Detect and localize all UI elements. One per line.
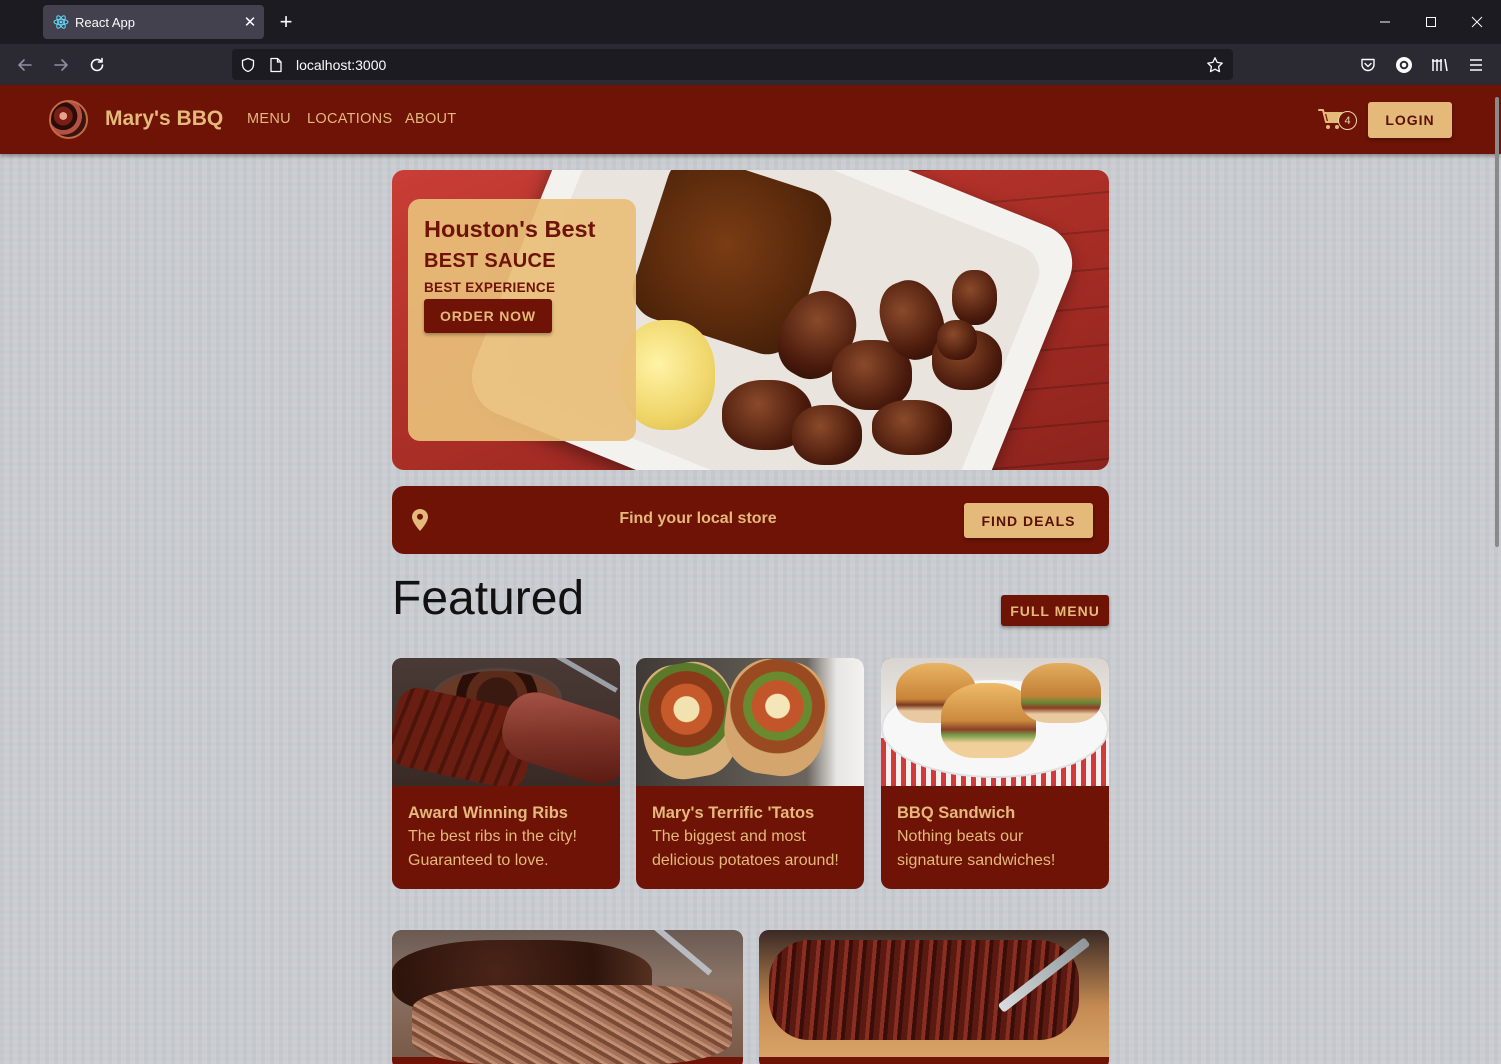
hamburger-icon[interactable]	[1463, 52, 1489, 78]
browser-tab[interactable]: React App ✕	[43, 5, 264, 39]
page-icon	[262, 51, 290, 79]
featured-card[interactable]	[392, 930, 743, 1064]
site-logo[interactable]	[49, 100, 88, 139]
pocket-icon[interactable]	[1355, 52, 1381, 78]
hero-banner: Houston's Best BEST SAUCE BEST EXPERIENC…	[392, 170, 1109, 470]
card-title: BBQ Sandwich	[897, 804, 1016, 822]
brand-name[interactable]: Mary's BBQ	[105, 107, 223, 131]
tab-title: React App	[75, 14, 135, 30]
reload-icon[interactable]	[82, 50, 112, 80]
login-button[interactable]: LOGIN	[1368, 102, 1452, 138]
new-tab-button[interactable]: +	[272, 8, 300, 36]
maximize-icon[interactable]	[1408, 6, 1454, 38]
hero-tagline: BEST EXPERIENCE	[424, 280, 556, 295]
react-icon	[53, 14, 69, 30]
nav-locations[interactable]: LOCATIONS	[307, 111, 392, 127]
minimize-icon[interactable]	[1362, 6, 1408, 38]
hero-headline: Houston's Best	[424, 216, 596, 242]
window-close-icon[interactable]	[1454, 6, 1500, 38]
card-description: The best ribs in the city! Guaranteed to…	[408, 828, 577, 869]
featured-card[interactable]	[759, 930, 1109, 1064]
sandwich-image	[881, 658, 1109, 786]
address-bar[interactable]: localhost:3000	[232, 49, 1233, 80]
library-icon[interactable]	[1427, 52, 1453, 78]
ribs-image	[392, 658, 620, 786]
featured-card[interactable]: Mary's Terrific 'Tatos The biggest and m…	[636, 658, 864, 889]
cart-count-badge: 4	[1338, 111, 1357, 130]
brisket-image	[759, 930, 1109, 1057]
url-text[interactable]: localhost:3000	[296, 57, 1201, 73]
full-menu-button[interactable]: FULL MENU	[1001, 595, 1109, 626]
find-deals-button[interactable]: FIND DEALS	[964, 503, 1093, 538]
card-title: Mary's Terrific 'Tatos	[652, 804, 815, 822]
back-arrow-icon[interactable]	[10, 50, 40, 80]
browser-tab-strip: React App ✕ +	[0, 0, 1501, 44]
order-now-button[interactable]: ORDER NOW	[424, 299, 552, 333]
close-icon[interactable]: ✕	[236, 8, 264, 36]
card-description: Nothing beats our signature sandwiches!	[897, 828, 1056, 869]
featured-card[interactable]: Award Winning Ribs The best ribs in the …	[392, 658, 620, 889]
page-scrollbar[interactable]	[1495, 97, 1499, 547]
page-viewport: Mary's BBQ MENU LOCATIONS ABOUT 4 LOGIN	[0, 85, 1501, 1064]
featured-heading: Featured	[392, 572, 585, 625]
browser-toolbar: localhost:3000	[0, 44, 1501, 85]
pulled-pork-image	[392, 930, 743, 1064]
nav-about[interactable]: ABOUT	[405, 111, 456, 127]
site-header: Mary's BBQ MENU LOCATIONS ABOUT 4 LOGIN	[0, 85, 1501, 154]
potatoes-image	[636, 658, 864, 786]
nav-menu[interactable]: MENU	[247, 111, 291, 127]
store-finder-bar: Find your local store FIND DEALS	[392, 486, 1109, 554]
shield-icon[interactable]	[234, 51, 262, 79]
account-icon[interactable]	[1391, 52, 1417, 78]
featured-card[interactable]: BBQ Sandwich Nothing beats our signature…	[881, 658, 1109, 889]
hero-subheadline: BEST SAUCE	[424, 250, 556, 272]
find-store-text[interactable]: Find your local store	[392, 510, 1004, 528]
cart-button[interactable]: 4	[1318, 107, 1360, 133]
hero-promo-card: Houston's Best BEST SAUCE BEST EXPERIENC…	[408, 199, 636, 441]
card-title: Award Winning Ribs	[408, 804, 568, 822]
forward-arrow-icon[interactable]	[46, 50, 76, 80]
star-icon[interactable]	[1201, 51, 1229, 79]
card-description: The biggest and most delicious potatoes …	[652, 828, 839, 869]
